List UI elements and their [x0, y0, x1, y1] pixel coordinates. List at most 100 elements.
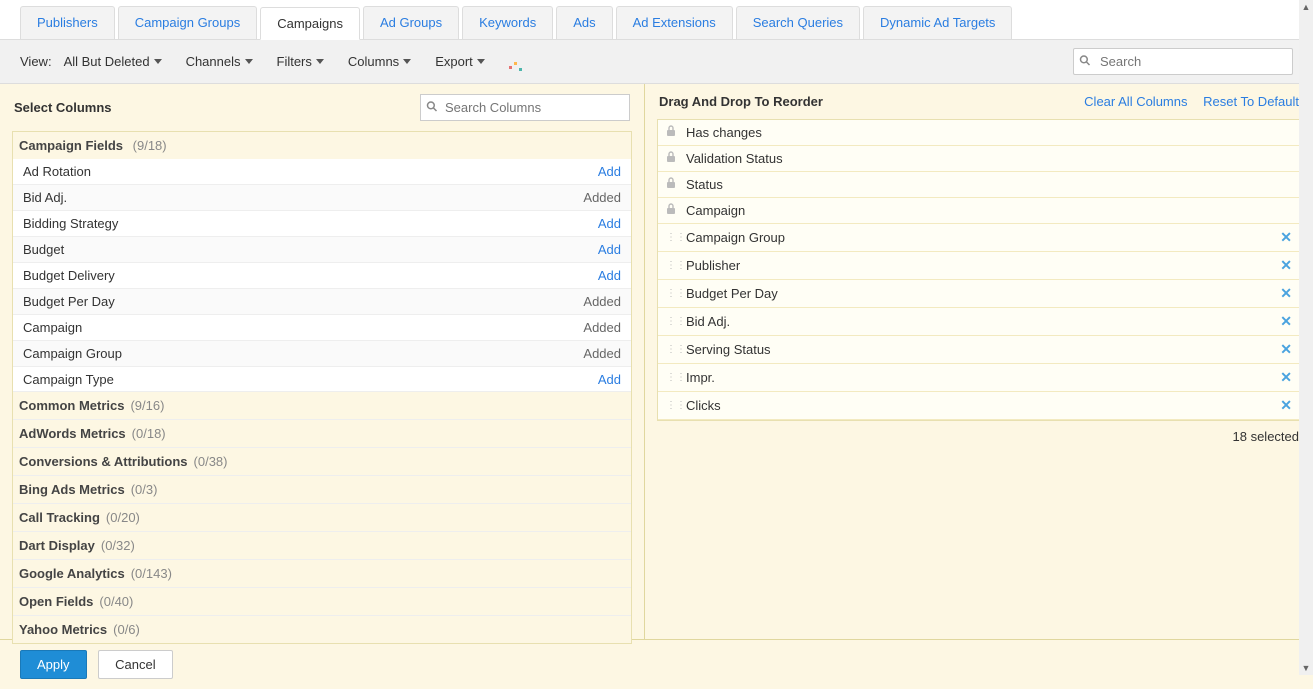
- added-label: Added: [583, 346, 621, 361]
- columns-dropdown[interactable]: Columns: [348, 54, 411, 69]
- reorder-item[interactable]: ⋮⋮Publisher✕: [658, 252, 1300, 280]
- tab-ad-groups[interactable]: Ad Groups: [363, 6, 459, 39]
- field-name: Campaign Group: [23, 346, 583, 361]
- added-label: Added: [583, 320, 621, 335]
- tab-campaigns[interactable]: Campaigns: [260, 7, 360, 40]
- group-count: (0/20): [106, 510, 140, 525]
- add-link[interactable]: Add: [598, 164, 621, 179]
- drag-handle-icon[interactable]: ⋮⋮: [666, 373, 678, 383]
- drag-handle-icon[interactable]: ⋮⋮: [666, 233, 678, 243]
- reorder-item[interactable]: Has changes: [658, 120, 1300, 146]
- drag-handle-icon[interactable]: ⋮⋮: [666, 261, 678, 271]
- reorder-item[interactable]: ⋮⋮Campaign Group✕: [658, 224, 1300, 252]
- tab-ads[interactable]: Ads: [556, 6, 612, 39]
- column-search-input[interactable]: [420, 94, 630, 121]
- field-row: Bid Adj.Added: [13, 185, 631, 211]
- reorder-item[interactable]: Status: [658, 172, 1300, 198]
- field-row: Campaign TypeAdd: [13, 367, 631, 391]
- global-search-input[interactable]: [1073, 48, 1293, 75]
- group-header[interactable]: Yahoo Metrics(0/6): [13, 615, 631, 643]
- remove-icon[interactable]: ✕: [1280, 397, 1292, 414]
- group-header[interactable]: Conversions & Attributions(0/38): [13, 447, 631, 475]
- tab-search-queries[interactable]: Search Queries: [736, 6, 860, 39]
- group-count: (0/3): [131, 482, 158, 497]
- group-header[interactable]: AdWords Metrics(0/18): [13, 419, 631, 447]
- reorder-item[interactable]: ⋮⋮Impr.✕: [658, 364, 1300, 392]
- group-count: (0/32): [101, 538, 135, 553]
- remove-icon[interactable]: ✕: [1280, 257, 1292, 274]
- channels-dropdown[interactable]: Channels: [186, 54, 253, 69]
- group-header[interactable]: Dart Display(0/32): [13, 531, 631, 559]
- group-name: Common Metrics: [19, 398, 124, 413]
- add-link[interactable]: Add: [598, 216, 621, 231]
- reorder-item[interactable]: Campaign: [658, 198, 1300, 224]
- reorder-label: Bid Adj.: [686, 314, 1280, 329]
- search-icon: [1079, 54, 1091, 69]
- group-count: (0/40): [99, 594, 133, 609]
- export-label: Export: [435, 54, 473, 69]
- reorder-label: Clicks: [686, 398, 1280, 413]
- tab-publishers[interactable]: Publishers: [20, 6, 115, 39]
- add-link[interactable]: Add: [598, 268, 621, 283]
- view-dropdown[interactable]: All But Deleted: [64, 54, 162, 69]
- reorder-item[interactable]: ⋮⋮ Bid Adj.✕: [658, 308, 1300, 336]
- lock-icon: [666, 203, 678, 218]
- chart-icon-button[interactable]: [509, 56, 523, 68]
- field-name: Budget Delivery: [23, 268, 598, 283]
- group-header[interactable]: Bing Ads Metrics (0/3): [13, 475, 631, 503]
- tab-keywords[interactable]: Keywords: [462, 6, 553, 39]
- caret-icon: [245, 59, 253, 64]
- reorder-label: Campaign: [686, 203, 1292, 218]
- filters-label: Filters: [277, 54, 312, 69]
- tab-campaign-groups[interactable]: Campaign Groups: [118, 6, 258, 39]
- scroll-down-icon[interactable]: ▼: [1299, 661, 1313, 675]
- group-name: Bing Ads Metrics: [19, 482, 125, 497]
- scroll-up-icon[interactable]: ▲: [1299, 0, 1313, 14]
- group-header[interactable]: Google Analytics(0/143): [13, 559, 631, 587]
- view-label: View:: [20, 54, 52, 69]
- drag-handle-icon[interactable]: ⋮⋮: [666, 401, 678, 411]
- drag-handle-icon[interactable]: ⋮⋮: [666, 317, 678, 327]
- select-columns-title: Select Columns: [14, 100, 112, 115]
- field-name: Budget Per Day: [23, 294, 583, 309]
- add-link[interactable]: Add: [598, 242, 621, 257]
- drag-handle-icon[interactable]: ⋮⋮: [666, 289, 678, 299]
- columns-label: Columns: [348, 54, 399, 69]
- reorder-item[interactable]: ⋮⋮ Clicks✕: [658, 392, 1300, 420]
- remove-icon[interactable]: ✕: [1280, 369, 1292, 386]
- reorder-item[interactable]: ⋮⋮Budget Per Day✕: [658, 280, 1300, 308]
- tab-dynamic-ad-targets[interactable]: Dynamic Ad Targets: [863, 6, 1012, 39]
- caret-icon: [477, 59, 485, 64]
- fields-scroll[interactable]: Ad RotationAddBid Adj.AddedBidding Strat…: [13, 159, 631, 391]
- field-name: Ad Rotation: [23, 164, 598, 179]
- group-header[interactable]: Open Fields(0/40): [13, 587, 631, 615]
- field-row: Ad RotationAdd: [13, 159, 631, 185]
- reorder-item[interactable]: Validation Status: [658, 146, 1300, 172]
- export-dropdown[interactable]: Export: [435, 54, 485, 69]
- reorder-scroll[interactable]: Has changes Validation StatusStatus Campai…: [658, 120, 1300, 420]
- clear-all-link[interactable]: Clear All Columns: [1084, 94, 1187, 109]
- filters-dropdown[interactable]: Filters: [277, 54, 324, 69]
- reorder-label: Has changes: [686, 125, 1292, 140]
- group-header[interactable]: Common Metrics(9/16): [13, 391, 631, 419]
- group-name: Call Tracking: [19, 510, 100, 525]
- reorder-label: Serving Status: [686, 342, 1280, 357]
- caret-icon: [316, 59, 324, 64]
- tab-ad-extensions[interactable]: Ad Extensions: [616, 6, 733, 39]
- view-value: All But Deleted: [64, 54, 150, 69]
- remove-icon[interactable]: ✕: [1280, 285, 1292, 302]
- add-link[interactable]: Add: [598, 372, 621, 387]
- reorder-item[interactable]: ⋮⋮ Serving Status✕: [658, 336, 1300, 364]
- channels-label: Channels: [186, 54, 241, 69]
- page-scrollbar[interactable]: ▲ ▼: [1299, 0, 1313, 675]
- group-header[interactable]: Call Tracking (0/20): [13, 503, 631, 531]
- remove-icon[interactable]: ✕: [1280, 229, 1292, 246]
- field-name: Campaign: [23, 320, 583, 335]
- field-row: Budget Per DayAdded: [13, 289, 631, 315]
- group-header-campaign-fields[interactable]: Campaign Fields (9/18): [13, 132, 631, 159]
- drag-handle-icon[interactable]: ⋮⋮: [666, 345, 678, 355]
- reset-default-link[interactable]: Reset To Default: [1203, 94, 1299, 109]
- remove-icon[interactable]: ✕: [1280, 341, 1292, 358]
- group-name: Yahoo Metrics: [19, 622, 107, 637]
- remove-icon[interactable]: ✕: [1280, 313, 1292, 330]
